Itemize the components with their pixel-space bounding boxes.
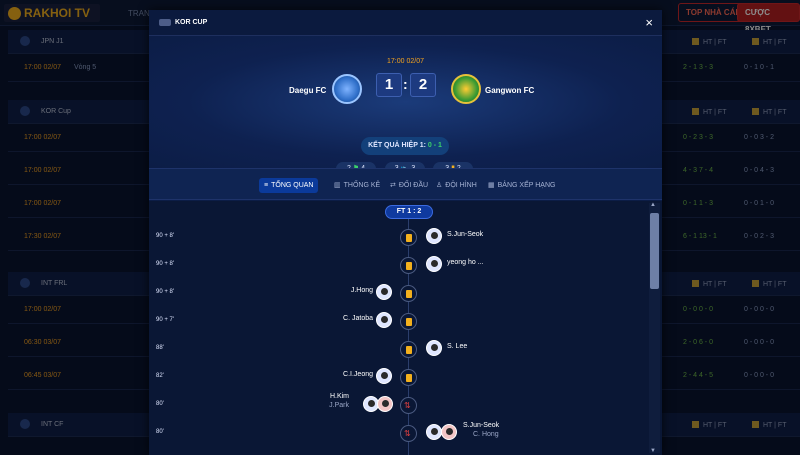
event-marker xyxy=(400,369,417,386)
yellow-card-icon xyxy=(406,290,412,298)
tab-standings[interactable]: ▦ BẢNG XẾP HẠNG xyxy=(483,178,560,193)
player-avatar[interactable] xyxy=(376,368,392,384)
tab-overview[interactable]: ≡ TỔNG QUAN xyxy=(259,178,319,193)
home-team-crest-icon[interactable] xyxy=(332,74,362,104)
event-minute: 90 + 7' xyxy=(156,317,174,323)
bar-chart-icon: ▥ xyxy=(334,182,341,189)
event-minute: 88' xyxy=(156,345,164,351)
player-avatar[interactable] xyxy=(376,312,392,328)
events-scrollbar[interactable]: ▲ ▼ xyxy=(649,202,660,454)
fulltime-badge: FT 1 : 2 xyxy=(385,205,433,219)
event-marker xyxy=(400,341,417,358)
event-minute: 90 + 8' xyxy=(156,289,174,295)
match-event: 90 + 8' J.Hong xyxy=(149,283,649,303)
shirt-icon: ♙ xyxy=(436,182,443,189)
event-minute: 90 + 8' xyxy=(156,261,174,267)
tab-label: THỐNG KÊ xyxy=(343,182,381,189)
event-marker xyxy=(400,229,417,246)
tab-label: BẢNG XẾP HẠNG xyxy=(497,182,556,189)
half-time-score: 0 - 1 xyxy=(427,142,442,149)
close-icon[interactable]: × xyxy=(645,15,653,30)
event-marker: ⇅ xyxy=(400,397,417,414)
yellow-card-icon xyxy=(406,374,412,382)
match-event: 82' C.I.Jeong xyxy=(149,367,649,387)
score-separator: : xyxy=(403,76,408,92)
table-icon: ▦ xyxy=(488,182,495,189)
tab-head-to-head[interactable]: ⇄ ĐỐI ĐẦU xyxy=(385,178,433,193)
event-marker xyxy=(400,313,417,330)
player-avatar[interactable] xyxy=(426,340,442,356)
player-in-name[interactable]: H.Kim xyxy=(330,393,349,400)
player-avatar[interactable] xyxy=(426,424,442,440)
match-event: 90 + 7' C. Jatoba xyxy=(149,311,649,331)
away-team-crest-icon[interactable] xyxy=(451,74,481,104)
yellow-card-icon xyxy=(406,262,412,270)
event-minute: 90 + 8' xyxy=(156,233,174,239)
match-detail-modal: KOR CUP × 17:00 02/07 Daegu FC 1 : 2 Gan… xyxy=(149,10,662,455)
league-icon xyxy=(159,19,171,26)
match-event: 80' ⇅ S.Jun-Seok C. Hong xyxy=(149,422,649,443)
modal-tabs: ≡ TỔNG QUAN ▥ THỐNG KÊ ⇄ ĐỐI ĐẦU ♙ ĐỘI HÌNH … xyxy=(149,168,662,200)
match-event: 90 + 8' yeong ho ... xyxy=(149,255,649,275)
player-name[interactable]: C.I.Jeong xyxy=(343,371,373,378)
player-name[interactable]: yeong ho ... xyxy=(447,259,484,266)
list-icon: ≡ xyxy=(264,182,269,189)
tab-label: TỔNG QUAN xyxy=(271,182,314,189)
scroll-thumb[interactable] xyxy=(650,213,659,289)
player-avatar[interactable] xyxy=(377,396,393,412)
event-marker xyxy=(400,285,417,302)
tab-label: ĐỘI HÌNH xyxy=(445,182,477,189)
away-team-name[interactable]: Gangwon FC xyxy=(485,86,534,95)
player-avatar[interactable] xyxy=(426,256,442,272)
tab-statistics[interactable]: ▥ THỐNG KÊ xyxy=(329,178,385,193)
player-avatar[interactable] xyxy=(441,424,457,440)
modal-title: KOR CUP xyxy=(175,19,208,26)
swap-icon: ⇄ xyxy=(390,182,396,189)
player-out-name[interactable]: C. Hong xyxy=(473,431,499,438)
half-time-label: KẾT QUẢ HIỆP 1: xyxy=(368,142,426,149)
player-name[interactable]: J.Hong xyxy=(351,287,373,294)
tab-label: ĐỐI ĐẦU xyxy=(398,182,429,189)
player-out-name[interactable]: J.Park xyxy=(329,402,349,409)
away-score: 2 xyxy=(410,73,436,97)
event-minute: 80' xyxy=(156,429,164,435)
match-datetime: 17:00 02/07 xyxy=(387,58,424,65)
player-name[interactable]: S.Jun-Seok xyxy=(447,231,483,238)
yellow-card-icon xyxy=(406,318,412,326)
half-time-result: KẾT QUẢ HIỆP 1: 0 - 1 xyxy=(361,137,449,155)
player-avatar[interactable] xyxy=(376,284,392,300)
match-event: 90 + 8' S.Jun-Seok xyxy=(149,227,649,247)
player-name[interactable]: S. Lee xyxy=(447,343,467,350)
substitution-icon: ⇅ xyxy=(404,429,411,438)
player-in-name[interactable]: S.Jun-Seok xyxy=(463,422,499,429)
yellow-card-icon xyxy=(406,346,412,354)
home-score: 1 xyxy=(376,73,402,97)
player-name[interactable]: C. Jatoba xyxy=(343,315,373,322)
match-event: 88' S. Lee xyxy=(149,339,649,359)
event-minute: 80' xyxy=(156,401,164,407)
scroll-up-icon[interactable]: ▲ xyxy=(650,202,656,208)
event-marker: ⇅ xyxy=(400,425,417,442)
yellow-card-icon xyxy=(406,234,412,242)
modal-header: KOR CUP × xyxy=(149,10,662,36)
event-minute: 82' xyxy=(156,373,164,379)
event-marker xyxy=(400,257,417,274)
tab-lineup[interactable]: ♙ ĐỘI HÌNH xyxy=(431,178,482,193)
substitution-icon: ⇅ xyxy=(404,401,411,410)
match-event: 80' ⇅ H.Kim J.Park xyxy=(149,393,649,415)
player-avatar[interactable] xyxy=(426,228,442,244)
match-header: 17:00 02/07 Daegu FC 1 : 2 Gangwon FC KẾ… xyxy=(149,36,662,176)
scroll-down-icon[interactable]: ▼ xyxy=(650,448,656,454)
home-team-name[interactable]: Daegu FC xyxy=(289,86,326,95)
match-events-timeline: FT 1 : 2 90 + 8' S.Jun-Seok 90 + 8' yeong h… xyxy=(149,201,662,455)
